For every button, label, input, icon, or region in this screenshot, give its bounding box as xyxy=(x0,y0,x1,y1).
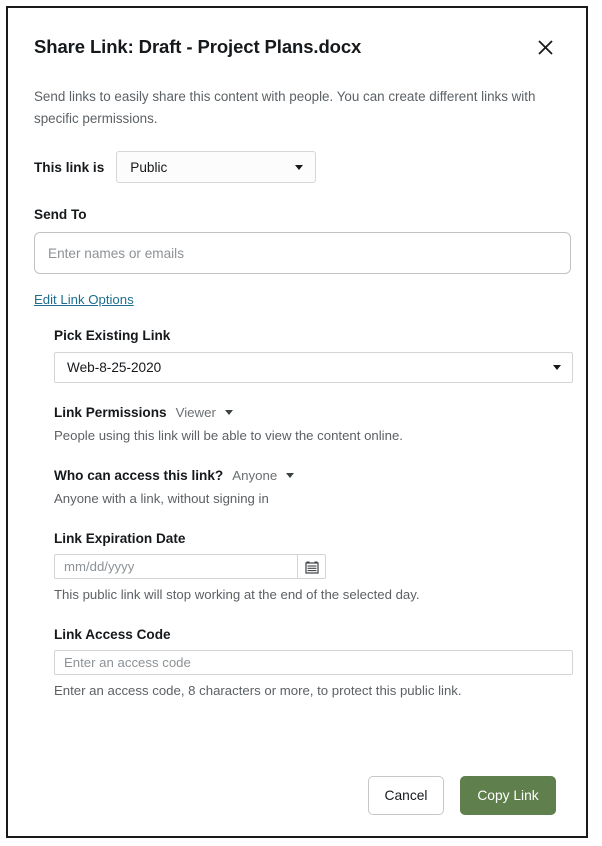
chevron-down-icon xyxy=(225,410,233,415)
link-visibility-select[interactable]: Public xyxy=(116,151,316,183)
edit-link-options-link[interactable]: Edit Link Options xyxy=(34,292,134,307)
link-permissions-dropdown[interactable] xyxy=(225,410,233,415)
link-access-label: Who can access this link? xyxy=(54,468,223,483)
link-options-panel: Pick Existing Link Web-8-25-2020 Link Pe… xyxy=(34,328,556,700)
close-icon[interactable] xyxy=(532,34,558,60)
send-to-label: Send To xyxy=(34,207,556,222)
link-access-code-label: Link Access Code xyxy=(54,627,556,642)
link-access-code-input[interactable] xyxy=(54,650,573,675)
pick-existing-link-select[interactable]: Web-8-25-2020 xyxy=(54,352,573,383)
link-visibility-value: Public xyxy=(130,160,167,175)
copy-link-button[interactable]: Copy Link xyxy=(460,776,556,815)
pick-existing-link-value: Web-8-25-2020 xyxy=(67,360,161,375)
link-access-dropdown[interactable] xyxy=(286,473,294,478)
dialog-footer: Cancel Copy Link xyxy=(368,776,556,815)
link-access-value: Anyone xyxy=(232,468,277,483)
link-expiration-label: Link Expiration Date xyxy=(54,531,556,546)
dialog-description: Send links to easily share this content … xyxy=(34,86,556,129)
calendar-icon[interactable] xyxy=(297,554,326,579)
send-to-input[interactable] xyxy=(34,232,571,274)
link-permissions-help: People using this link will be able to v… xyxy=(54,426,556,446)
link-permissions-label: Link Permissions xyxy=(54,405,167,420)
link-expiration-help: This public link will stop working at th… xyxy=(54,585,556,605)
cancel-button[interactable]: Cancel xyxy=(368,776,444,815)
link-access-help: Anyone with a link, without signing in xyxy=(54,489,556,509)
link-expiration-input[interactable] xyxy=(54,554,297,579)
link-expiration-row xyxy=(54,554,556,579)
dialog-header: Share Link: Draft - Project Plans.docx xyxy=(34,34,556,60)
link-access-code-help: Enter an access code, 8 characters or mo… xyxy=(54,681,556,701)
pick-existing-link-label: Pick Existing Link xyxy=(54,328,556,343)
chevron-down-icon xyxy=(286,473,294,478)
share-link-dialog: Share Link: Draft - Project Plans.docx S… xyxy=(6,6,588,838)
chevron-down-icon xyxy=(553,365,561,370)
link-visibility-row: This link is Public xyxy=(34,151,556,183)
link-permissions-value: Viewer xyxy=(176,405,216,420)
chevron-down-icon xyxy=(295,165,303,170)
dialog-title: Share Link: Draft - Project Plans.docx xyxy=(34,34,361,58)
link-access-row: Who can access this link? Anyone xyxy=(54,468,556,483)
link-permissions-row: Link Permissions Viewer xyxy=(54,405,556,420)
link-visibility-label: This link is xyxy=(34,160,104,175)
